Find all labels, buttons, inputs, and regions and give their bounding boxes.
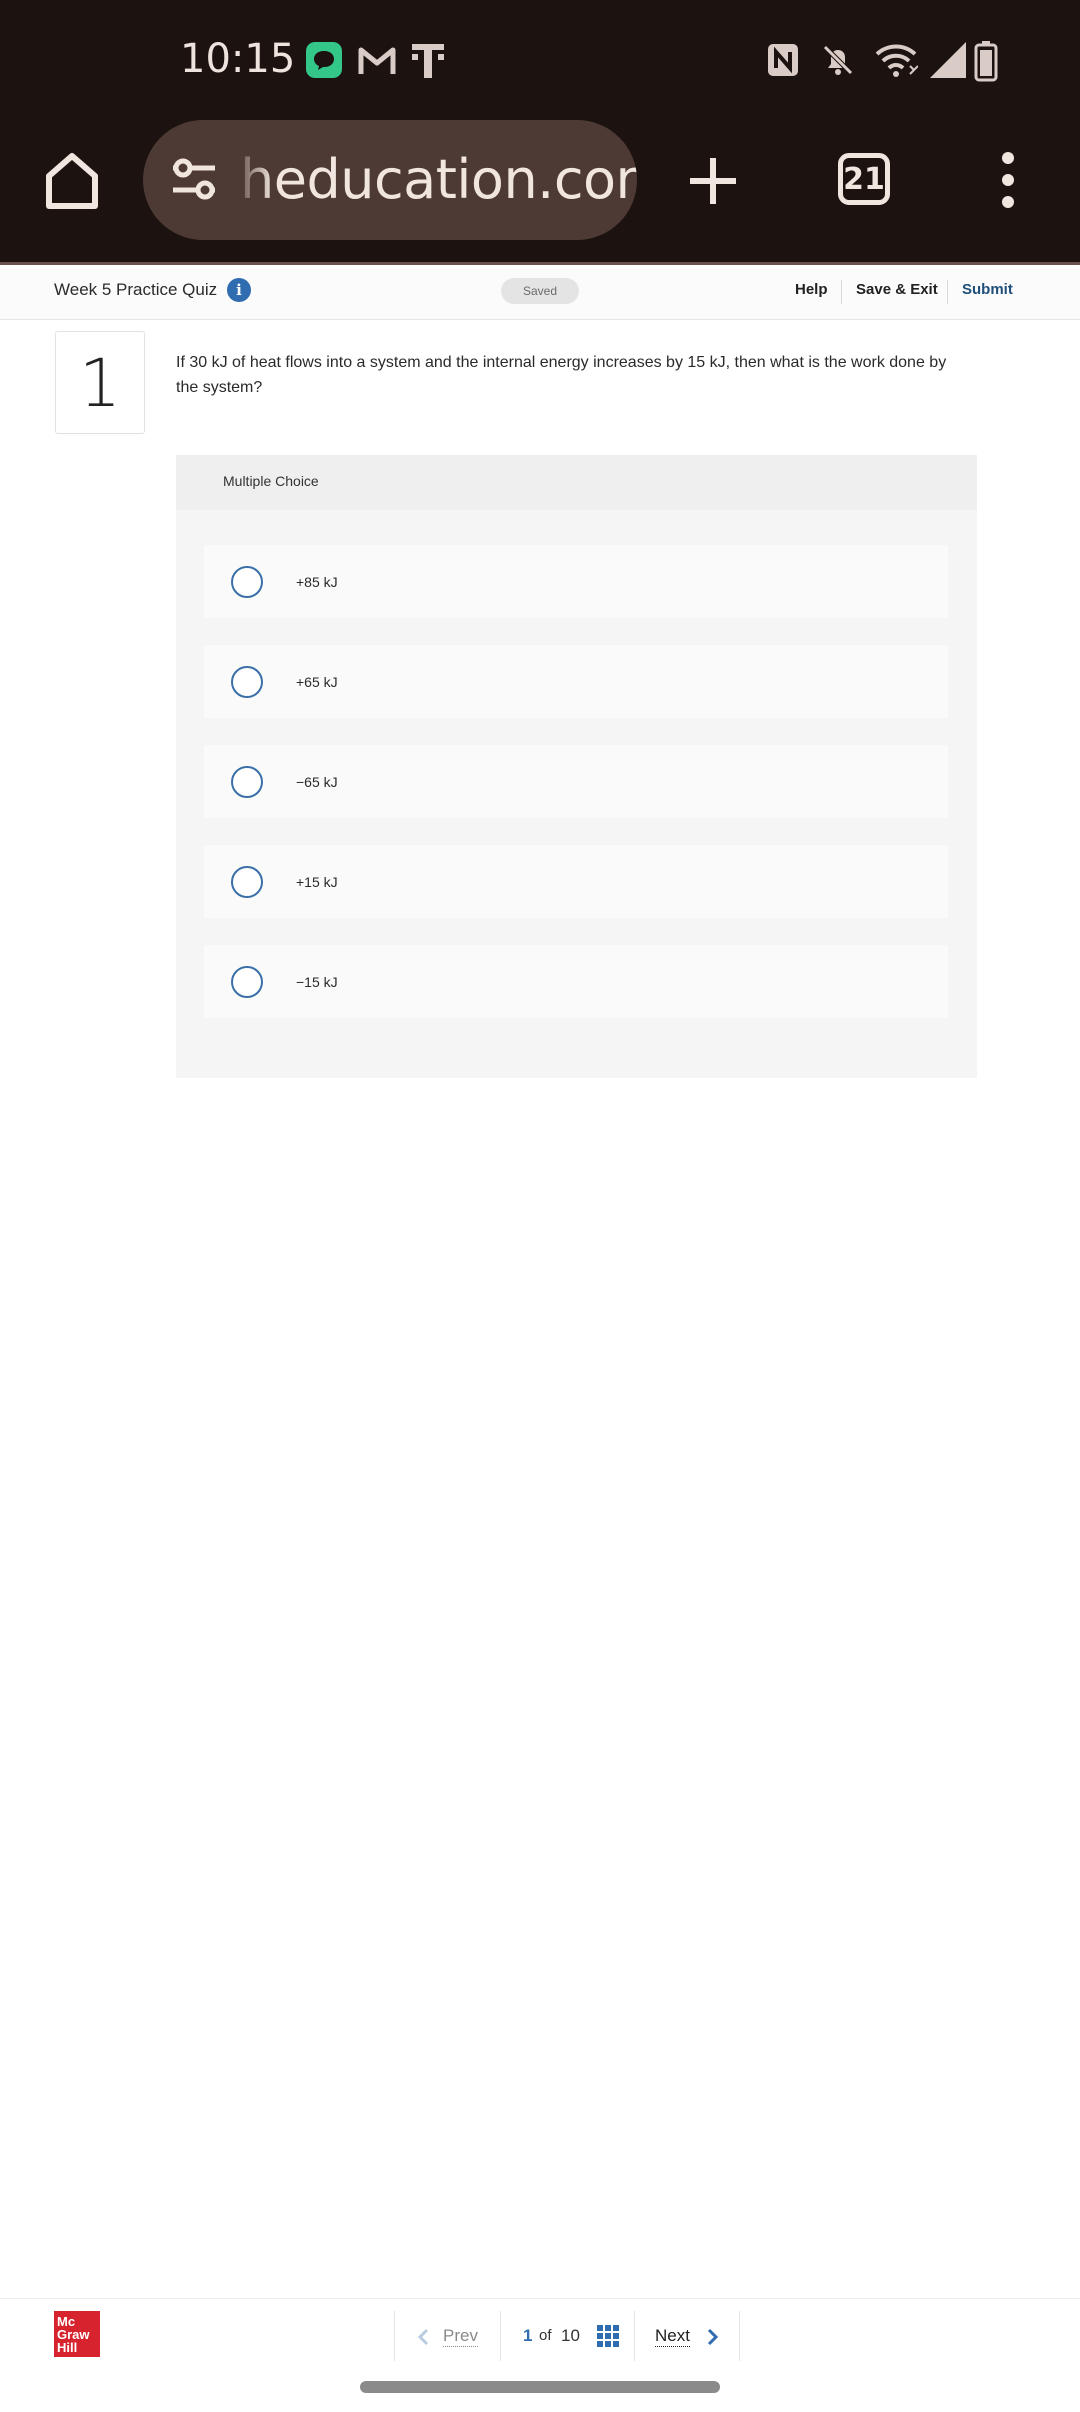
answer-option-label: +85 kJ	[296, 574, 338, 590]
question-number: 1	[55, 331, 145, 434]
radio-button[interactable]	[231, 866, 263, 898]
question-text: If 30 kJ of heat flows into a system and…	[176, 354, 947, 396]
answer-option-label: −65 kJ	[296, 774, 338, 790]
answer-option[interactable]: −15 kJ	[204, 945, 948, 1018]
signal-icon	[930, 42, 966, 78]
gmail-icon	[358, 47, 396, 74]
prev-button[interactable]: Prev	[394, 2311, 500, 2361]
next-button[interactable]: Next	[634, 2311, 740, 2361]
answer-option-label: +65 kJ	[296, 674, 338, 690]
question-type-label: Multiple Choice	[223, 473, 319, 489]
submit-button[interactable]: Submit	[962, 281, 1013, 298]
messages-app-icon	[306, 42, 342, 78]
grid-icon[interactable]	[597, 2325, 619, 2347]
more-menu-icon[interactable]	[998, 150, 1018, 210]
wifi-icon	[875, 44, 918, 77]
url-text: heducation.com	[240, 148, 637, 211]
battery-icon	[974, 41, 998, 82]
saved-status-badge: Saved	[501, 278, 579, 304]
chevron-left-icon	[417, 2328, 429, 2346]
quiz-footer: Mc Graw Hill Prev 1 of 10 Next	[0, 2298, 1080, 2368]
gesture-home-bar[interactable]	[360, 2381, 720, 2393]
question-type-header: Multiple Choice	[176, 455, 977, 510]
answer-option-label: −15 kJ	[296, 974, 338, 990]
next-label: Next	[655, 2326, 690, 2347]
info-icon[interactable]: i	[227, 278, 251, 302]
chevron-right-icon	[707, 2328, 719, 2346]
clock: 10:15	[180, 36, 296, 82]
page-indicator[interactable]: 1 of 10	[500, 2311, 634, 2361]
tab-switcher-button[interactable]: 21	[838, 153, 890, 205]
quiz-title: Week 5 Practice Quiz	[54, 280, 218, 299]
tab-count-label: 21	[843, 161, 885, 197]
bell-muted-icon	[823, 45, 853, 75]
nfc-icon	[768, 44, 798, 76]
home-icon[interactable]	[44, 152, 100, 210]
mcgraw-hill-logo: Mc Graw Hill	[54, 2311, 100, 2357]
header-divider	[947, 280, 948, 304]
save-exit-button[interactable]: Save & Exit	[856, 281, 938, 298]
prev-label: Prev	[443, 2326, 478, 2347]
radio-button[interactable]	[231, 766, 263, 798]
help-button[interactable]: Help	[795, 281, 828, 298]
radio-button[interactable]	[231, 666, 263, 698]
total-pages: 10	[561, 2326, 580, 2345]
answer-option[interactable]: +85 kJ	[204, 545, 948, 618]
tmobile-icon	[412, 44, 444, 78]
browser-toolbar: heducation.com 21	[0, 120, 1080, 265]
site-settings-icon[interactable]	[169, 158, 219, 202]
radio-button[interactable]	[231, 566, 263, 598]
answer-option[interactable]: +15 kJ	[204, 845, 948, 918]
url-fade	[233, 120, 273, 240]
current-page: 1	[523, 2326, 533, 2345]
status-bar: 10:15	[0, 0, 1080, 120]
answer-option[interactable]: +65 kJ	[204, 645, 948, 718]
answer-option[interactable]: −65 kJ	[204, 745, 948, 818]
address-bar[interactable]: heducation.com	[143, 120, 637, 240]
answer-option-label: +15 kJ	[296, 874, 338, 890]
multiple-choice-panel: Multiple Choice +85 kJ +65 kJ −65 kJ +15…	[176, 455, 977, 1078]
header-divider	[841, 280, 842, 304]
page-of-label: of	[539, 2327, 552, 2344]
logo-line: Hill	[57, 2340, 78, 2355]
new-tab-icon[interactable]	[688, 156, 738, 206]
radio-button[interactable]	[231, 966, 263, 998]
quiz-header: Week 5 Practice Quiz i Saved Help Save &…	[0, 268, 1080, 320]
